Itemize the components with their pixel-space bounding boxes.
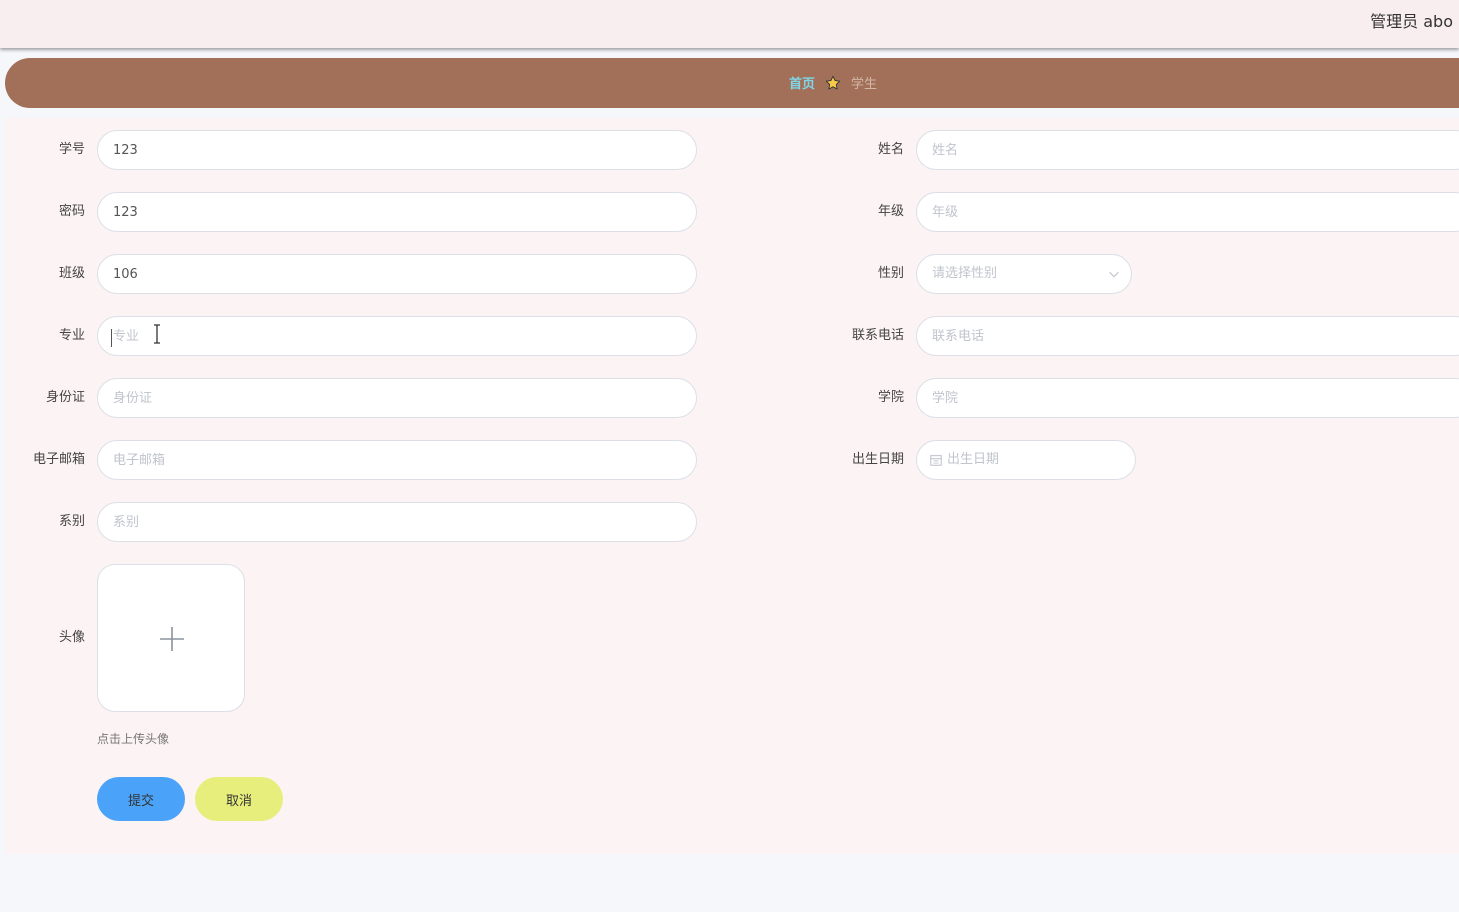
name-label: 姓名 <box>877 142 904 157</box>
phone-label: 联系电话 <box>851 328 904 343</box>
major-label: 专业 <box>58 328 85 343</box>
plus-icon <box>160 627 184 651</box>
birthdate-label: 出生日期 <box>851 452 904 467</box>
id-card-label: 身份证 <box>45 390 85 405</box>
email-input[interactable] <box>97 440 697 480</box>
breadcrumb-bar: 首页 学生 <box>5 58 1459 108</box>
breadcrumb-current: 学生 <box>851 77 878 92</box>
breadcrumb-home[interactable]: 首页 <box>789 73 815 92</box>
email-label: 电子邮箱 <box>32 452 85 467</box>
cancel-button[interactable]: 取消 <box>195 777 283 821</box>
top-header: 管理员 abo <box>0 0 1459 48</box>
gender-select[interactable]: 请选择性别 <box>916 254 1132 294</box>
birthdate-placeholder: 出生日期 <box>947 452 1000 467</box>
calendar-icon <box>930 455 942 466</box>
major-input[interactable] <box>97 316 697 356</box>
phone-input[interactable] <box>916 316 1459 356</box>
grade-input[interactable] <box>916 192 1459 232</box>
text-caret <box>111 329 112 347</box>
class-label: 班级 <box>58 266 85 281</box>
grade-label: 年级 <box>877 204 904 219</box>
student-id-label: 学号 <box>58 142 85 157</box>
name-input[interactable] <box>916 130 1459 170</box>
department-label: 系别 <box>58 514 85 529</box>
student-form: 学号 密码 班级 专业 身份证 电子邮箱 系别 姓名 年级 性别 请选择性别 联… <box>5 118 1459 854</box>
password-input[interactable] <box>97 192 697 232</box>
password-label: 密码 <box>58 204 85 219</box>
gender-label: 性别 <box>877 266 904 281</box>
department-input[interactable] <box>97 502 697 542</box>
birthdate-picker[interactable]: 出生日期 <box>916 440 1136 480</box>
star-icon <box>825 75 841 89</box>
avatar-label: 头像 <box>58 630 85 645</box>
id-card-input[interactable] <box>97 378 697 418</box>
user-label[interactable]: 管理员 abo <box>1370 8 1453 32</box>
student-id-input[interactable] <box>97 130 697 170</box>
gender-select-placeholder: 请选择性别 <box>932 266 998 281</box>
submit-button[interactable]: 提交 <box>97 777 185 821</box>
avatar-upload-hint: 点击上传头像 <box>97 732 170 746</box>
avatar-upload[interactable] <box>97 564 245 712</box>
text-cursor-icon <box>154 324 160 344</box>
breadcrumb: 首页 学生 <box>789 73 877 92</box>
chevron-down-icon <box>1109 271 1119 278</box>
college-input[interactable] <box>916 378 1459 418</box>
class-input[interactable] <box>97 254 697 294</box>
college-label: 学院 <box>877 390 904 405</box>
